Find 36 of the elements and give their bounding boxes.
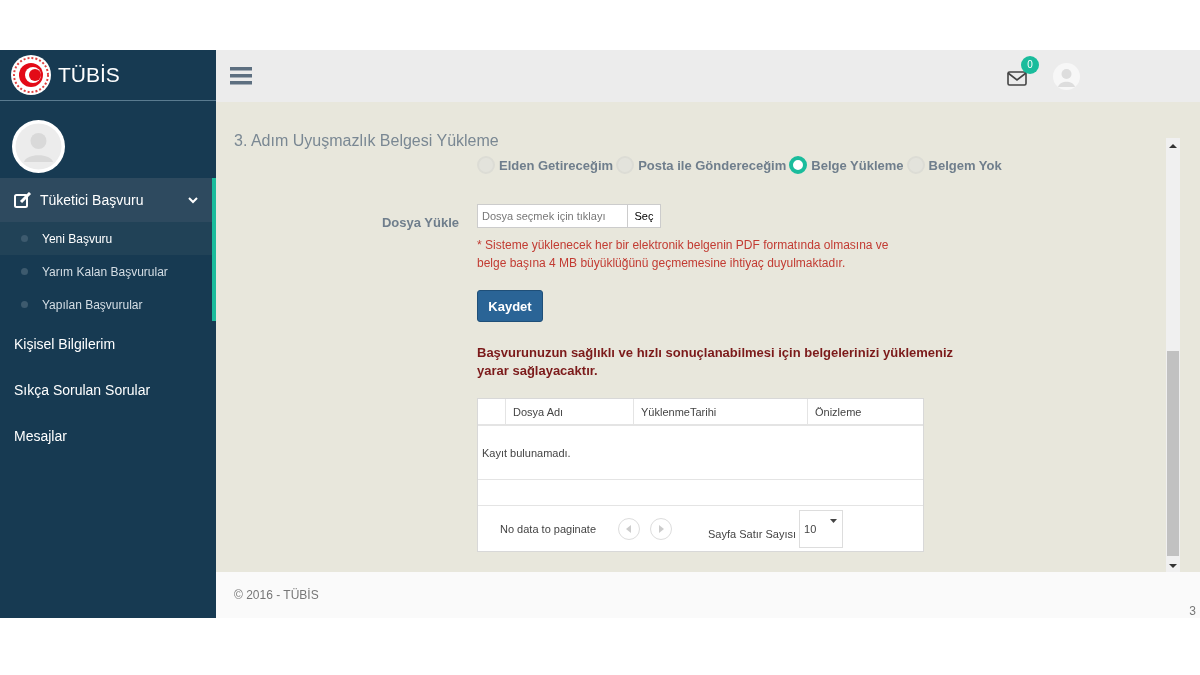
hint-text: Başvurunuzun sağlıklı ve hızlı sonuçlanabilmesi için belgelerinizi yüklemeniz yarar sağlayacaktır.: [477, 344, 955, 380]
column-header: Dosya Adı: [505, 399, 633, 424]
field-label: Dosya Yükle: [380, 214, 459, 232]
empty-message: Kayıt bulunamadı.: [482, 446, 571, 459]
right-triangle-icon: [658, 524, 665, 533]
column-header: Önizleme: [807, 399, 923, 424]
app-title: TÜBİS: [58, 63, 120, 87]
section-title: 3. Adım Uyuşmazlık Belgesi Yükleme: [234, 132, 500, 151]
scroll-down-icon[interactable]: [1169, 564, 1177, 568]
rows-select[interactable]: 10: [799, 509, 844, 548]
upload-note: * Sisteme yüklenecek her bir elektronik belgenin PDF formatında olmasına ve belge başına 4 MB büyüklüğünü geçmemesine ihtiyaç duyulmaktadır.: [477, 237, 890, 272]
scrollbar[interactable]: [1166, 138, 1180, 572]
avatar-icon: [12, 120, 65, 173]
sidebar-item[interactable]: Kişisel Bilgilerim: [0, 321, 216, 367]
page-number: 3: [1189, 604, 1196, 618]
edit-icon: [14, 192, 32, 208]
sidebar-item[interactable]: Tüketici Başvuru: [0, 178, 212, 222]
rows-label: Sayfa Satır Sayısı: [708, 527, 797, 540]
sidebar-item[interactable]: Mesajlar: [0, 413, 216, 459]
save-button[interactable]: Kaydet: [477, 290, 543, 322]
pager-text: No data to paginate: [500, 522, 597, 535]
sidebar-subitem[interactable]: Yarım Kalan Başvurular: [0, 255, 212, 288]
file-field[interactable]: Dosya seçmek için tıklayı Seç: [477, 204, 661, 228]
caret-icon: [830, 518, 838, 523]
sidebar-subitem[interactable]: Yeni Başvuru: [0, 222, 212, 255]
scroll-up-icon[interactable]: [1169, 144, 1177, 148]
notification-badge: 0: [1021, 55, 1039, 74]
emblem-logo: [10, 54, 52, 96]
chevron-icon: [188, 196, 198, 204]
sidebar-item[interactable]: Sıkça Sorulan Sorular: [0, 367, 216, 413]
menu-icon[interactable]: [230, 67, 252, 85]
left-triangle-icon: [626, 524, 633, 533]
sidebar-subitem[interactable]: Yapılan Başvurular: [0, 288, 212, 321]
column-header: YüklenmeTarihi: [633, 399, 807, 424]
copyright-text: © 2016 - TÜBİS: [234, 588, 319, 602]
mail-icon[interactable]: [1007, 70, 1027, 86]
